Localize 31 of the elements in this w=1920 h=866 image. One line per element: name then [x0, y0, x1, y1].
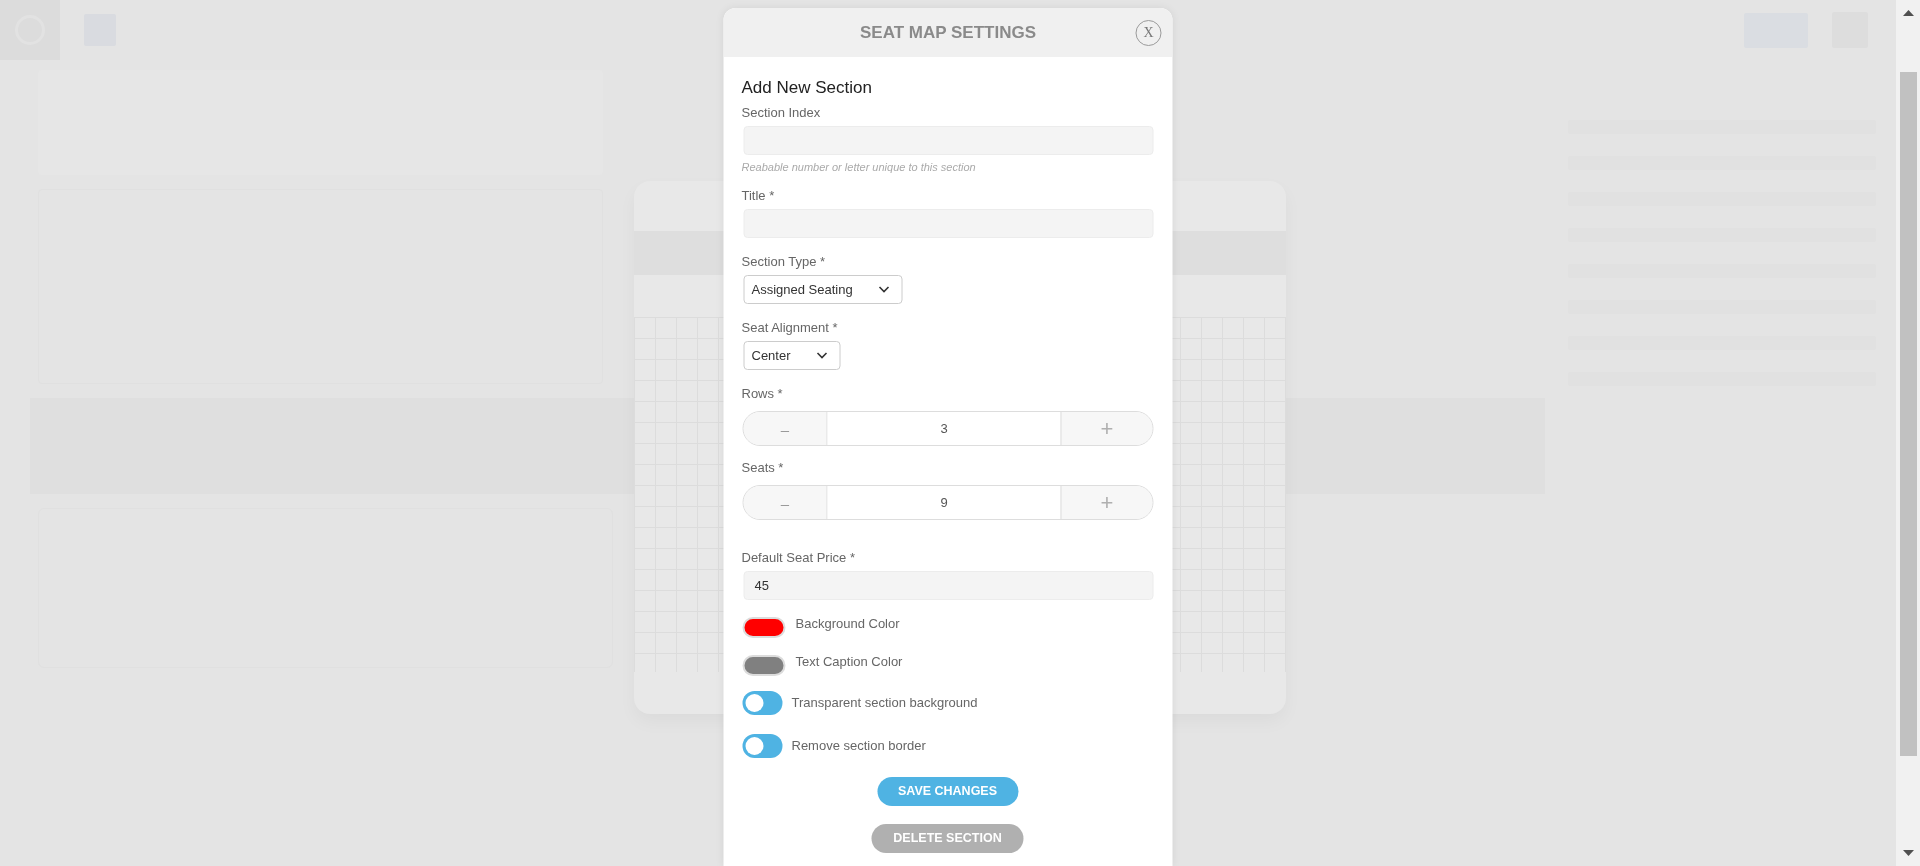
field-label: Rows *	[741, 386, 784, 402]
field-label: Seats *	[741, 460, 785, 476]
color-swatch[interactable]	[742, 655, 786, 676]
toggle-label: Transparent section background	[791, 695, 978, 711]
scroll-up-icon[interactable]	[1902, 10, 1914, 16]
field-label: Default Seat Price *	[741, 550, 856, 566]
dialog-title: SEAT MAP SETTINGS	[860, 22, 1036, 43]
text-field[interactable]: 45	[743, 571, 1154, 600]
help-text: Reabable number or letter unique to this section	[741, 160, 977, 174]
scroll-down-icon[interactable]	[1902, 850, 1914, 856]
dropdown-field[interactable]: Center	[743, 341, 841, 370]
chevron-down-icon	[878, 286, 890, 293]
field-label: Section Index	[741, 105, 822, 121]
number-stepper[interactable]: – 9 +	[742, 485, 1154, 520]
color-label: Background Color	[795, 616, 900, 632]
field-label: Seat Alignment *	[741, 320, 839, 336]
scrollbar-thumb[interactable]	[1899, 72, 1917, 756]
toggle-switch[interactable]	[742, 734, 783, 758]
chevron-down-icon	[816, 352, 828, 359]
number-field[interactable]: 9	[827, 486, 1061, 519]
number-stepper[interactable]: – 3 +	[742, 411, 1154, 446]
toggle-label: Remove section border	[791, 738, 926, 754]
color-label: Text Caption Color	[795, 654, 903, 670]
color-swatch[interactable]	[742, 617, 786, 638]
section-heading: Add New Section	[741, 78, 873, 98]
scrollbar[interactable]	[1896, 0, 1920, 866]
number-field[interactable]: 3	[827, 412, 1061, 445]
field-label: Title *	[741, 188, 776, 204]
toggle-switch[interactable]	[742, 691, 783, 715]
dropdown-field[interactable]: Assigned Seating	[743, 275, 903, 304]
field-label: Section Type *	[741, 254, 827, 270]
